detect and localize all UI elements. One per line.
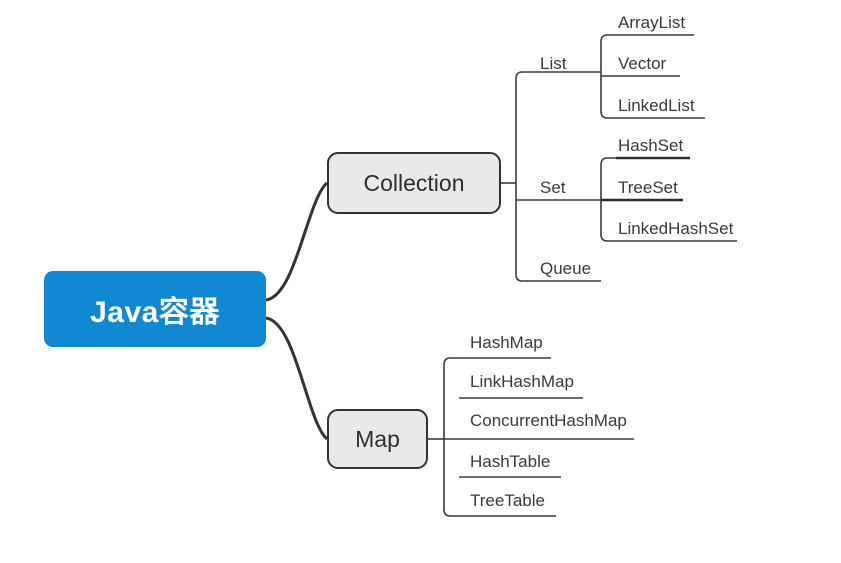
- spine-map: [443, 357, 459, 517]
- topic-treeset[interactable]: TreeSet: [618, 179, 678, 196]
- topic-queue[interactable]: Queue: [540, 260, 591, 277]
- topic-vector[interactable]: Vector: [618, 55, 666, 72]
- edge-root-collection: [265, 181, 329, 302]
- branch-node-map-label: Map: [355, 425, 400, 452]
- topic-set[interactable]: Set: [540, 179, 566, 196]
- topic-hashset[interactable]: HashSet: [618, 137, 683, 154]
- mindmap-canvas: Java容器 Collection Map List Set Queue Arr…: [0, 0, 841, 563]
- topic-hashmap[interactable]: HashMap: [470, 334, 543, 351]
- branch-node-map[interactable]: Map: [327, 409, 428, 469]
- topic-treetable[interactable]: TreeTable: [470, 492, 545, 509]
- spine-collection: [515, 71, 531, 282]
- branch-node-collection-label: Collection: [363, 169, 465, 196]
- topic-linkedhashset[interactable]: LinkedHashSet: [618, 220, 733, 237]
- topic-hashtable[interactable]: HashTable: [470, 453, 550, 470]
- topic-linkedlist[interactable]: LinkedList: [618, 97, 695, 114]
- branch-node-collection[interactable]: Collection: [327, 152, 501, 214]
- topic-arraylist[interactable]: ArrayList: [618, 14, 685, 31]
- edge-root-map: [265, 316, 329, 441]
- topic-linkhashmap[interactable]: LinkHashMap: [470, 373, 574, 390]
- root-node-label: Java容器: [90, 296, 220, 329]
- topic-list[interactable]: List: [540, 55, 566, 72]
- root-node[interactable]: Java容器: [44, 271, 266, 347]
- topic-concurrenthashmap[interactable]: ConcurrentHashMap: [470, 412, 627, 429]
